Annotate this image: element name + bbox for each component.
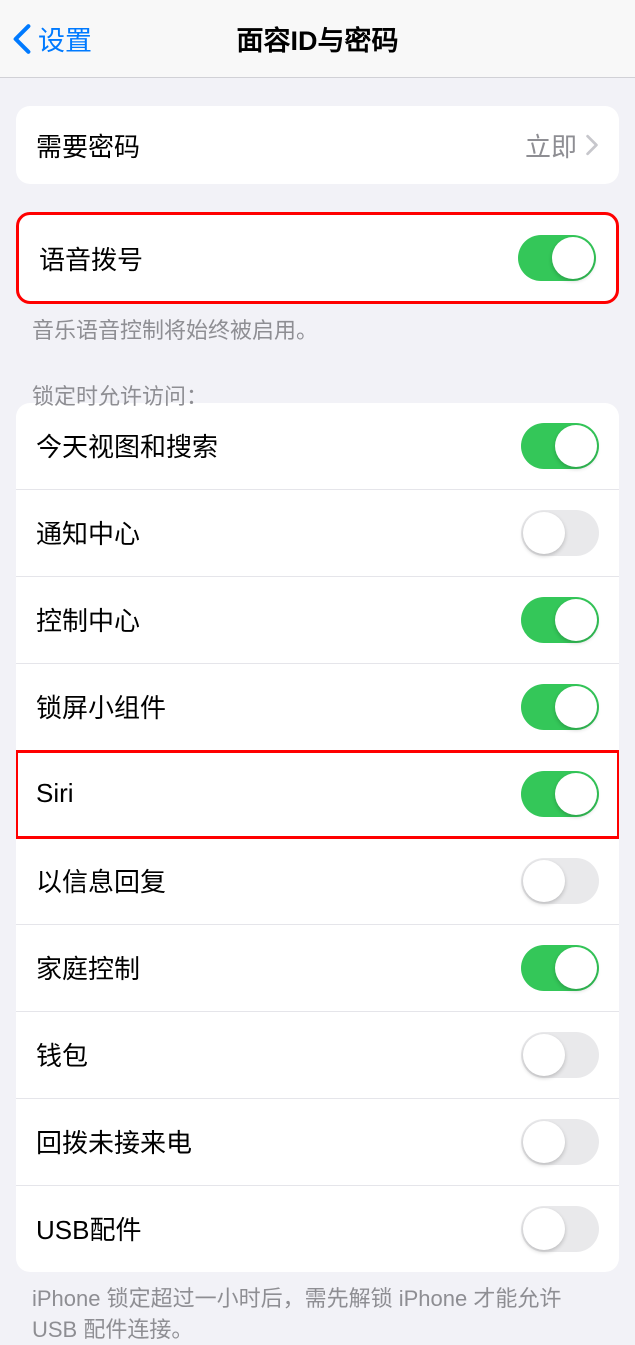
require-passcode-value: 立即 [525,127,599,164]
lock-access-row: Siri [16,751,619,838]
lock-access-toggle[interactable] [521,423,599,469]
lock-access-toggle[interactable] [521,1119,599,1165]
lock-access-row: 回拨未接来电 [16,1099,619,1186]
toggle-knob [523,1034,565,1076]
require-passcode-group: 需要密码 立即 [16,106,619,184]
toggle-knob [523,512,565,554]
lock-access-label: 锁屏小组件 [36,688,166,725]
voice-dial-group: 语音拨号 [16,212,619,304]
toggle-knob [523,1208,565,1250]
voice-dial-label: 语音拨号 [39,240,143,277]
chevron-left-icon [12,23,32,55]
lock-access-label: 控制中心 [36,601,140,638]
lock-access-row: 通知中心 [16,490,619,577]
lock-access-toggle[interactable] [521,1206,599,1252]
lock-access-row: 今天视图和搜索 [16,403,619,490]
back-button[interactable]: 设置 [0,19,92,58]
require-passcode-label: 需要密码 [36,127,140,164]
voice-dial-toggle[interactable] [518,235,596,281]
lock-access-group: 今天视图和搜索通知中心控制中心锁屏小组件 Siri 以信息回复家庭控制钱包回拨未接来… [16,403,619,1272]
toggle-knob [555,599,597,641]
toggle-knob [555,686,597,728]
header-bar: 设置 面容ID与密码 [0,0,635,78]
lock-access-row: USB配件 [16,1186,619,1272]
lock-access-toggle[interactable] [521,771,599,817]
lock-access-toggle[interactable] [521,858,599,904]
lock-access-label: 家庭控制 [36,949,140,986]
lock-access-row: 钱包 [16,1012,619,1099]
lock-access-label: 钱包 [36,1036,88,1073]
voice-dial-footer: 音乐语音控制将始终被启用。 [0,316,635,347]
voice-dial-row: 语音拨号 [19,215,616,301]
lock-access-toggle[interactable] [521,510,599,556]
lock-access-label: 今天视图和搜索 [36,427,218,464]
lock-access-toggle[interactable] [521,597,599,643]
page-title: 面容ID与密码 [237,19,399,58]
chevron-right-icon [585,134,599,156]
lock-access-row: 以信息回复 [16,838,619,925]
lock-access-toggle[interactable] [521,684,599,730]
toggle-knob [523,860,565,902]
lock-access-label: 以信息回复 [36,862,166,899]
lock-access-label: Siri [36,778,74,809]
lock-access-footer: iPhone 锁定超过一小时后，需先解锁 iPhone 才能允许 USB 配件连… [0,1284,635,1345]
toggle-knob [555,773,597,815]
lock-access-label: 回拨未接来电 [36,1123,192,1160]
toggle-knob [555,947,597,989]
lock-access-label: USB配件 [36,1210,141,1247]
lock-access-row: 锁屏小组件 [16,664,619,751]
lock-access-row: 控制中心 [16,577,619,664]
back-label: 设置 [38,19,92,58]
toggle-knob [523,1121,565,1163]
require-passcode-value-text: 立即 [525,127,577,164]
lock-access-toggle[interactable] [521,945,599,991]
lock-access-toggle[interactable] [521,1032,599,1078]
lock-access-label: 通知中心 [36,514,140,551]
lock-access-row: 家庭控制 [16,925,619,1012]
toggle-knob [555,425,597,467]
toggle-knob [552,237,594,279]
require-passcode-row[interactable]: 需要密码 立即 [16,106,619,184]
